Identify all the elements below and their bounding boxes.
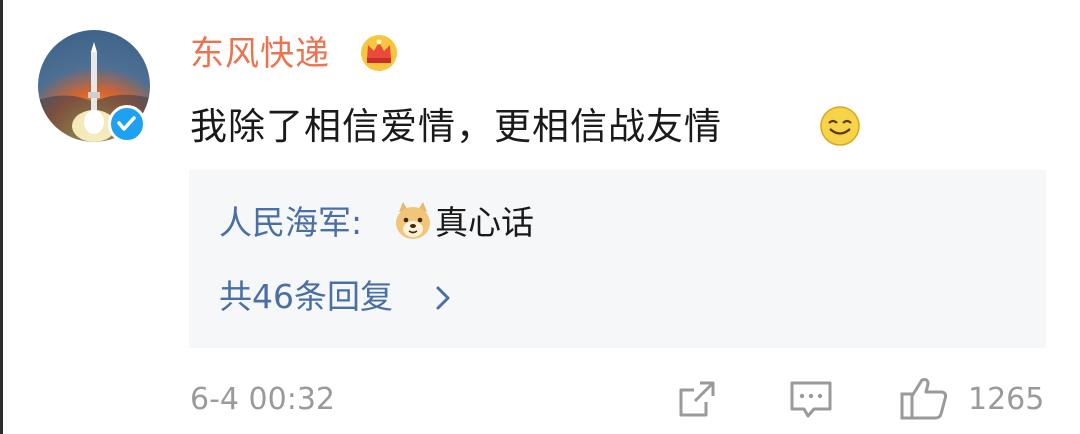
- view-all-replies-link[interactable]: 共46条回复: [219, 274, 393, 320]
- doge-emoji-icon: [393, 200, 433, 242]
- thumbs-up-icon[interactable]: [898, 374, 950, 422]
- comment-text: 我除了相信爱情，更相信战友情: [190, 105, 722, 148]
- left-edge-border: [0, 0, 3, 434]
- like-count: 1265: [968, 382, 1045, 417]
- share-icon[interactable]: [676, 378, 718, 420]
- verified-badge-icon: [108, 105, 146, 143]
- reply-author[interactable]: 人民海军:: [219, 200, 362, 246]
- reply-text: 真心话: [435, 203, 534, 242]
- comment-icon[interactable]: [788, 378, 834, 420]
- chevron-right-icon[interactable]: [433, 284, 453, 312]
- smile-emoji-icon: [818, 104, 862, 148]
- username[interactable]: 东风快递: [190, 32, 330, 76]
- crown-badge-icon[interactable]: [358, 32, 400, 72]
- timestamp: 6-4 00:32: [190, 382, 335, 417]
- reply-preview-box[interactable]: 人民海军: 真心话 共46条回复: [189, 170, 1046, 348]
